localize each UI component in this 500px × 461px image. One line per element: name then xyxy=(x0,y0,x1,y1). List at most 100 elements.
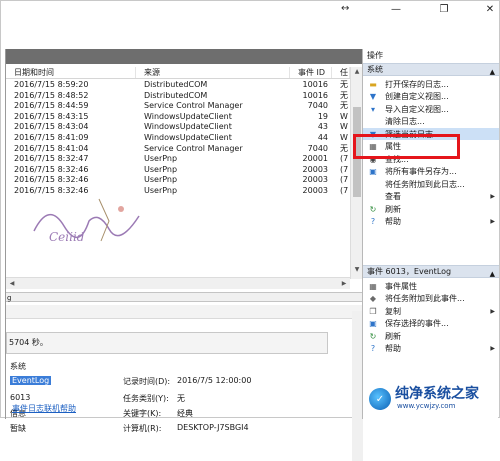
row-task: 无 xyxy=(340,101,348,111)
event-list-rows: 2016/7/15 8:59:20 DistributedCOM 10016 无 201… xyxy=(6,80,350,197)
table-row[interactable]: 2016/7/15 8:43:04 WindowsUpdateClient 43 W xyxy=(6,122,350,133)
task-icon: ◆ xyxy=(369,294,377,303)
action-item[interactable]: ↻ 刷新 xyxy=(363,203,499,215)
blank-icon xyxy=(367,192,379,202)
table-row[interactable]: 2016/7/15 8:43:15 WindowsUpdateClient 19 W xyxy=(6,112,350,123)
watermark-text: Ceiiid xyxy=(49,230,85,244)
logged-value: 2016/7/5 12:00:00 xyxy=(177,376,252,385)
user-value: 暂缺 xyxy=(10,424,26,433)
action-item[interactable]: ▬ 打开保存的日志... xyxy=(363,78,499,90)
row-event-id: 20001 xyxy=(302,154,328,164)
refresh-icon: ↻ xyxy=(369,331,377,341)
row-task: (7 xyxy=(340,185,349,195)
row-datetime: 2016/7/15 8:44:59 xyxy=(14,101,89,111)
section-log-label: 系统 xyxy=(367,65,383,74)
logged-label: 记录时间(D): xyxy=(123,377,171,386)
action-item[interactable]: ▼ 创建自定义视图... xyxy=(363,91,499,103)
row-event-id: 44 xyxy=(317,132,328,142)
table-row[interactable]: 2016/7/15 8:41:04 Service Control Manager… xyxy=(6,144,350,155)
table-row[interactable]: 2016/7/15 8:48:52 DistributedCOM 10016 无 xyxy=(6,91,350,102)
row-event-id: 10016 xyxy=(302,80,328,89)
row-source: Service Control Manager xyxy=(144,101,243,111)
row-datetime: 2016/7/15 8:59:20 xyxy=(14,80,89,89)
row-task: (7 xyxy=(340,175,349,185)
action-item[interactable]: ▣ 保存选择的事件... xyxy=(363,318,499,330)
action-label: 帮助 xyxy=(385,217,401,226)
row-event-id: 7040 xyxy=(307,143,328,153)
action-label: 将任务附加到此事件... xyxy=(385,294,465,303)
collapse-icon[interactable]: ▲ xyxy=(486,268,495,280)
maximize-button[interactable]: ❐ xyxy=(429,1,459,17)
action-label: 事件属性 xyxy=(385,281,417,291)
action-item[interactable]: ? 帮助 ▶ xyxy=(363,216,499,228)
actions-section-log[interactable]: 系统 ▲ xyxy=(363,63,499,76)
action-item[interactable]: ↻ 刷新 xyxy=(363,330,499,342)
row-event-id: 7040 xyxy=(307,101,328,111)
action-item[interactable]: ? 帮助 ▶ xyxy=(363,343,499,355)
event-props-icon: ▦ xyxy=(369,281,377,291)
event-list-hscrollbar[interactable]: ◀ ▶ xyxy=(6,277,350,289)
column-header-task[interactable]: 任 xyxy=(332,67,350,78)
table-row[interactable]: 2016/7/15 8:32:46 UserPnp 20003 (7 xyxy=(6,175,350,186)
action-label: 保存选择的事件... xyxy=(385,319,449,328)
row-datetime: 2016/7/15 8:48:52 xyxy=(14,90,89,100)
column-header-event-id[interactable]: 事件 ID xyxy=(290,67,332,78)
close-button[interactable]: ✕ xyxy=(475,1,500,17)
action-item[interactable]: ▦ 事件属性 xyxy=(363,280,499,292)
column-header-source[interactable]: 来源 xyxy=(136,67,290,78)
log-name-value: 系统 xyxy=(10,362,26,371)
scroll-left-icon[interactable]: ◀ xyxy=(6,278,18,290)
submenu-arrow-icon: ▶ xyxy=(490,345,495,352)
row-source: UserPnp xyxy=(144,164,178,174)
action-item[interactable]: ◆ 将任务附加到此事件... xyxy=(363,293,499,305)
row-source: WindowsUpdateClient xyxy=(144,132,232,142)
actions-section-event[interactable]: 事件 6013，EventLog ▲ xyxy=(363,265,499,278)
action-item[interactable]: ❐ 复制 ▶ xyxy=(363,305,499,317)
detail-splitter[interactable]: g xyxy=(6,292,363,302)
event-list-scrollbar[interactable]: ▲ ▼ xyxy=(350,67,362,279)
task-category-value: 无 xyxy=(177,394,185,403)
action-item[interactable]: 将任务附加到此日志... xyxy=(363,178,499,190)
action-item[interactable]: ▣ 将所有事件另存为... xyxy=(363,166,499,178)
table-row[interactable]: 2016/7/15 8:44:59 Service Control Manager… xyxy=(6,101,350,112)
help-icon: ? xyxy=(370,344,376,353)
detail-tabs[interactable] xyxy=(6,305,363,319)
row-source: DistributedCOM xyxy=(144,80,208,89)
table-row[interactable]: 2016/7/15 8:41:09 WindowsUpdateClient 44 W xyxy=(6,133,350,144)
scroll-right-icon[interactable]: ▶ xyxy=(338,278,350,290)
minimize-icon: — xyxy=(391,3,401,15)
help-icon: ? xyxy=(370,217,376,226)
computer-label: 计算机(R): xyxy=(123,424,162,433)
logo-url: www.ycwjzy.com xyxy=(397,402,456,410)
section-event-label: 事件 6013，EventLog xyxy=(367,267,452,276)
collapse-icon[interactable]: ▲ xyxy=(486,66,495,78)
action-item[interactable]: 清除日志... xyxy=(363,116,499,128)
submenu-arrow-icon: ▶ xyxy=(490,218,495,225)
table-row[interactable]: 2016/7/15 8:32:47 UserPnp 20001 (7 xyxy=(6,154,350,165)
source-value: EventLog xyxy=(10,376,52,385)
action-label: 创建自定义视图... xyxy=(385,92,449,101)
column-header-datetime[interactable]: 日期和时间 xyxy=(6,67,136,78)
keywords-label: 关键字(K): xyxy=(123,409,162,418)
save-icon: ▣ xyxy=(369,319,377,328)
resize-arrows-icon: ↔ xyxy=(341,3,350,14)
site-logo: ✓ 纯净系统之家 www.ycwjzy.com xyxy=(369,381,497,417)
event-message-box: 5704 秒。 xyxy=(6,332,328,354)
import-icon: ▾ xyxy=(370,104,375,114)
minimize-button[interactable]: — xyxy=(381,1,411,17)
event-viewer-window: ↔ — ❐ ✕ 日期和时间 来源 事件 ID 任 2016/7/15 8:59:… xyxy=(0,0,500,461)
row-event-id: 19 xyxy=(317,111,328,121)
copy-icon: ❐ xyxy=(369,306,377,316)
row-task: W xyxy=(340,111,348,121)
action-item[interactable]: 查看 ▶ xyxy=(363,191,499,203)
event-list-header: 日期和时间 来源 事件 ID 任 xyxy=(6,67,350,79)
table-row[interactable]: 2016/7/15 8:59:20 DistributedCOM 10016 无 xyxy=(6,80,350,91)
row-task: 无 xyxy=(340,90,348,100)
row-source: Service Control Manager xyxy=(144,143,243,153)
action-label: 将任务附加到此日志... xyxy=(385,179,465,189)
table-row[interactable]: 2016/7/15 8:32:46 UserPnp 20003 (7 xyxy=(6,165,350,176)
action-item[interactable]: ▾ 导入自定义视图... xyxy=(363,103,499,115)
event-message: 5704 秒。 xyxy=(9,338,48,347)
folder-icon: ▬ xyxy=(369,79,377,89)
help-link[interactable]: 事件日志联机帮助 xyxy=(12,403,76,414)
